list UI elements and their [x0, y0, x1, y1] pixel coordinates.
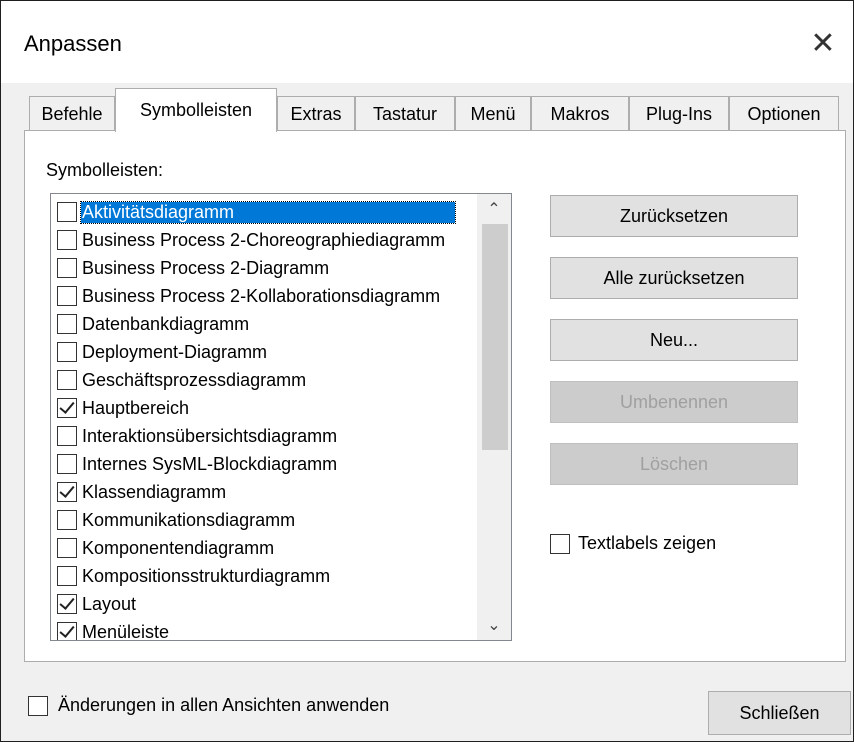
rename-button[interactable]: Umbenennen: [550, 381, 798, 423]
customize-dialog: Anpassen ✕ Befehle Symbolleisten Extras …: [0, 0, 854, 742]
list-item[interactable]: Layout: [51, 590, 491, 618]
show-text-labels-label: Textlabels zeigen: [578, 533, 717, 553]
list-item[interactable]: Komponentendiagramm: [51, 534, 491, 562]
list-item-label: Kompositionsstrukturdiagramm: [82, 565, 331, 586]
close-button[interactable]: Schließen: [708, 691, 851, 735]
apply-all-views-checkbox[interactable]: [28, 695, 48, 716]
list-item-checkbox[interactable]: [57, 258, 77, 278]
list-item-checkbox[interactable]: [57, 230, 77, 250]
list-item-label: Datenbankdiagramm: [82, 313, 250, 334]
list-item-checkbox[interactable]: [57, 202, 77, 222]
list-item-label: Geschäftsprozessdiagramm: [82, 369, 307, 390]
toolbars-label: Symbolleisten:: [46, 160, 164, 180]
list-item-checkbox[interactable]: [57, 426, 77, 446]
list-item-label: Aktivitätsdiagramm: [80, 200, 456, 224]
list-item[interactable]: Business Process 2-Choreographiediagramm: [51, 226, 491, 254]
list-item-checkbox[interactable]: [57, 482, 77, 502]
scroll-up-icon[interactable]: ⌃: [477, 194, 511, 224]
list-item[interactable]: Business Process 2-Kollaborationsdiagram…: [51, 282, 491, 310]
tab-menu[interactable]: Menü: [455, 96, 531, 132]
new-button[interactable]: Neu...: [550, 319, 798, 361]
title-bar: Anpassen ✕: [1, 1, 853, 83]
delete-button[interactable]: Löschen: [550, 443, 798, 485]
list-item-checkbox[interactable]: [57, 342, 77, 362]
list-item[interactable]: Hauptbereich: [51, 394, 491, 422]
list-item-label: Interaktionsübersichtsdiagramm: [82, 425, 338, 446]
window-title: Anpassen: [24, 31, 122, 56]
tab-optionen[interactable]: Optionen: [729, 96, 839, 132]
list-item-checkbox[interactable]: [57, 370, 77, 390]
list-item-label: Kommunikationsdiagramm: [82, 509, 296, 530]
tab-extras[interactable]: Extras: [277, 96, 355, 132]
list-item-checkbox[interactable]: [57, 594, 77, 614]
scroll-thumb[interactable]: [482, 224, 508, 450]
list-item-label: Business Process 2-Diagramm: [82, 257, 330, 278]
reset-button[interactable]: Zurücksetzen: [550, 195, 798, 237]
list-item-label: Business Process 2-Kollaborationsdiagram…: [82, 285, 441, 306]
list-item[interactable]: Interaktionsübersichtsdiagramm: [51, 422, 491, 450]
toolbars-panel: Symbolleisten: Aktivitätsdiagramm Busine…: [24, 130, 846, 662]
list-item[interactable]: Aktivitätsdiagramm: [51, 198, 491, 226]
tab-tastatur[interactable]: Tastatur: [355, 96, 455, 132]
tab-symbolleisten[interactable]: Symbolleisten: [115, 88, 277, 132]
toolbars-list[interactable]: Aktivitätsdiagramm Business Process 2-Ch…: [50, 193, 512, 641]
scroll-down-icon[interactable]: ⌄: [477, 610, 511, 640]
tab-plug-ins[interactable]: Plug-Ins: [629, 96, 729, 132]
list-item-label: Business Process 2-Choreographiediagramm: [82, 229, 446, 250]
list-item[interactable]: Business Process 2-Diagramm: [51, 254, 491, 282]
apply-all-views-label: Änderungen in allen Ansichten anwenden: [58, 695, 390, 715]
list-item-checkbox[interactable]: [57, 454, 77, 474]
list-item-checkbox[interactable]: [57, 538, 77, 558]
close-icon[interactable]: ✕: [793, 17, 853, 69]
list-item[interactable]: Klassendiagramm: [51, 478, 491, 506]
list-item[interactable]: Kompositionsstrukturdiagramm: [51, 562, 491, 590]
show-text-labels-option[interactable]: Textlabels zeigen: [550, 533, 716, 554]
apply-all-views-option[interactable]: Änderungen in allen Ansichten anwenden: [28, 695, 389, 716]
list-item-checkbox[interactable]: [57, 398, 77, 418]
list-item-checkbox[interactable]: [57, 286, 77, 306]
reset-all-button[interactable]: Alle zurücksetzen: [550, 257, 798, 299]
list-item[interactable]: Menüleiste: [51, 618, 491, 641]
list-item-label: Internes SysML-Blockdiagramm: [82, 453, 338, 474]
list-item[interactable]: Kommunikationsdiagramm: [51, 506, 491, 534]
list-item-checkbox[interactable]: [57, 566, 77, 586]
list-item[interactable]: Geschäftsprozessdiagramm: [51, 366, 491, 394]
list-item-checkbox[interactable]: [57, 314, 77, 334]
tab-befehle[interactable]: Befehle: [29, 96, 115, 132]
list-item-label: Deployment-Diagramm: [82, 341, 268, 362]
show-text-labels-checkbox[interactable]: [550, 533, 570, 554]
list-item[interactable]: Internes SysML-Blockdiagramm: [51, 450, 491, 478]
list-item[interactable]: Datenbankdiagramm: [51, 310, 491, 338]
list-item-checkbox[interactable]: [57, 510, 77, 530]
list-item[interactable]: Deployment-Diagramm: [51, 338, 491, 366]
list-scrollbar[interactable]: ⌃ ⌄: [477, 194, 511, 640]
list-item-label: Komponentendiagramm: [82, 537, 275, 558]
list-item-label: Layout: [82, 593, 137, 614]
list-item-label: Menüleiste: [82, 621, 170, 641]
list-item-label: Klassendiagramm: [82, 481, 227, 502]
tab-makros[interactable]: Makros: [531, 96, 629, 132]
list-item-checkbox[interactable]: [57, 622, 77, 640]
list-item-label: Hauptbereich: [82, 397, 190, 418]
tab-strip: Befehle Symbolleisten Extras Tastatur Me…: [26, 86, 846, 132]
